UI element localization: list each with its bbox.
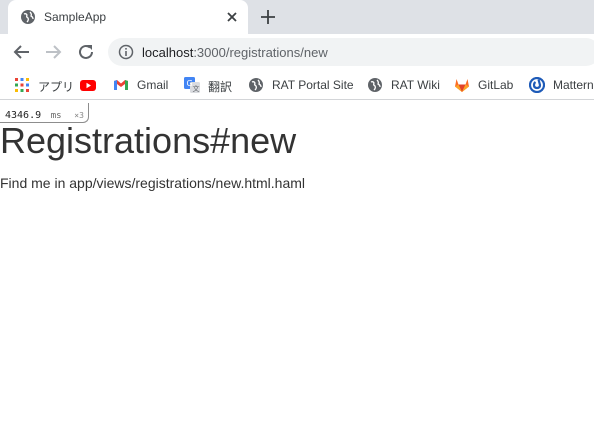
info-icon[interactable] [118, 44, 134, 60]
url-host: localhost [142, 45, 194, 60]
bookmark-gmail[interactable]: Gmail [113, 76, 171, 94]
bookmark-rat-portal[interactable]: RAT Portal Site [248, 76, 354, 94]
bookmarks-bar: アプリ Gmail G 文 翻訳 RAT Portal Site RAT Wik… [0, 70, 594, 100]
gitlab-icon [455, 79, 469, 92]
page-text: Find me in app/views/registrations/new.h… [0, 175, 306, 191]
globe-icon [21, 10, 35, 24]
bookmark-label: 翻訳 [208, 80, 233, 94]
forward-arrow-icon[interactable] [44, 43, 62, 61]
apps-grid-icon [15, 78, 29, 92]
google-translate-icon: G 文 [184, 77, 200, 93]
bookmark-youtube[interactable] [80, 76, 98, 94]
tab-title: SampleApp [44, 10, 107, 24]
bookmark-label: アプリ [38, 80, 75, 94]
bookmark-label: Gmail [137, 78, 169, 92]
bookmark-mattermost[interactable]: Mattern [529, 76, 594, 94]
bookmark-apps[interactable]: アプリ [14, 76, 74, 94]
back-arrow-icon[interactable] [13, 43, 31, 61]
bookmark-label: RAT Portal Site [272, 78, 354, 92]
close-icon[interactable] [224, 9, 240, 25]
address-bar[interactable]: localhost:3000/registrations/new [108, 38, 594, 66]
bookmark-label: RAT Wiki [391, 78, 440, 92]
bookmark-label: GitLab [478, 78, 514, 92]
globe-icon [249, 78, 263, 92]
browser-tab[interactable]: SampleApp [8, 0, 248, 34]
browser-toolbar: localhost:3000/registrations/new [0, 34, 594, 70]
page-title: Registrations#new [0, 120, 297, 161]
youtube-icon [80, 80, 96, 91]
tab-strip: SampleApp [0, 0, 594, 34]
url-path: :3000/registrations/new [193, 45, 328, 60]
new-tab-plus-icon[interactable] [259, 8, 277, 26]
reload-icon[interactable] [77, 43, 95, 61]
bookmark-rat-wiki[interactable]: RAT Wiki [367, 76, 441, 94]
bookmark-label: Mattern [553, 78, 594, 92]
profiler-count: ×3 [74, 111, 84, 120]
gmail-icon [114, 80, 128, 90]
url-text: localhost:3000/registrations/new [142, 45, 328, 60]
mattermost-icon [529, 77, 545, 93]
bookmark-translate[interactable]: G 文 翻訳 [184, 76, 234, 94]
svg-text:文: 文 [193, 84, 200, 93]
globe-icon [368, 78, 382, 92]
bookmark-gitlab[interactable]: GitLab [454, 76, 516, 94]
